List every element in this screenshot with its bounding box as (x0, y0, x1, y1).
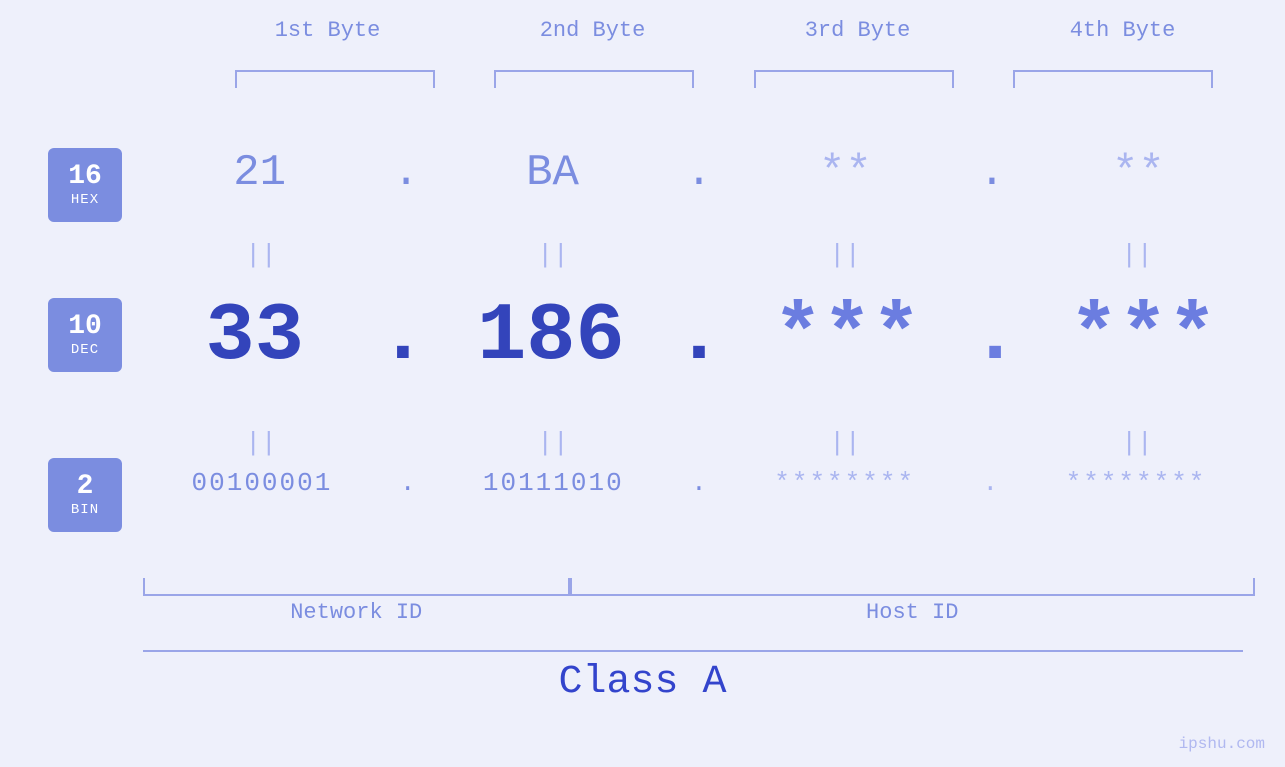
hex-val-3: ** (745, 148, 945, 198)
class-label: Class A (0, 660, 1285, 705)
byte-header-1: 1st Byte (218, 18, 438, 43)
hex-val-2: BA (453, 148, 653, 198)
class-divider (143, 650, 1243, 652)
dec-val-4: *** (1043, 290, 1243, 383)
bin-val-2: 10111010 (453, 468, 653, 498)
byte-header-4: 4th Byte (1013, 18, 1233, 43)
main-layout: 1st Byte 2nd Byte 3rd Byte 4th Byte 16 H… (0, 0, 1285, 767)
equals-d1: || (161, 428, 361, 458)
equals-2: || (453, 240, 653, 270)
equals-d4: || (1037, 428, 1237, 458)
label-host-id: Host ID (570, 600, 1255, 625)
badge-bin: 2 BIN (48, 458, 122, 532)
byte-header-3: 3rd Byte (748, 18, 968, 43)
dec-val-2: 186 (451, 290, 651, 383)
dec-dot-3: . (971, 290, 1020, 383)
badge-hex-number: 16 (68, 162, 102, 193)
badge-hex-label: HEX (71, 192, 99, 208)
equals-d2: || (453, 428, 653, 458)
badge-dec: 10 DEC (48, 298, 122, 372)
bracket-host (570, 578, 1255, 596)
hex-dot-1: . (393, 148, 419, 198)
badge-dec-number: 10 (68, 312, 102, 343)
badge-hex: 16 HEX (48, 148, 122, 222)
bracket-top-1 (235, 70, 435, 88)
bin-val-3: ******** (745, 468, 945, 498)
dec-val-1: 33 (155, 290, 355, 383)
label-network-id: Network ID (143, 600, 570, 625)
bracket-top-4 (1013, 70, 1213, 88)
equals-3: || (745, 240, 945, 270)
dec-val-3: *** (747, 290, 947, 383)
hex-val-4: ** (1038, 148, 1238, 198)
bin-val-1: 00100001 (162, 468, 362, 498)
bracket-top-2 (494, 70, 694, 88)
bin-dot-3: . (983, 468, 999, 498)
bin-val-4: ******** (1036, 468, 1236, 498)
badge-bin-label: BIN (71, 502, 99, 518)
dec-dot-2: . (674, 290, 723, 383)
equals-d3: || (745, 428, 945, 458)
byte-header-2: 2nd Byte (483, 18, 703, 43)
watermark: ipshu.com (1179, 735, 1265, 753)
bin-dot-2: . (691, 468, 707, 498)
hex-dot-2: . (686, 148, 712, 198)
hex-dot-3: . (979, 148, 1005, 198)
badge-dec-label: DEC (71, 342, 99, 358)
dec-dot-1: . (378, 290, 427, 383)
equals-1: || (161, 240, 361, 270)
bin-dot-1: . (400, 468, 416, 498)
equals-4: || (1037, 240, 1237, 270)
bracket-top-3 (754, 70, 954, 88)
hex-val-1: 21 (160, 148, 360, 198)
badge-bin-number: 2 (77, 472, 94, 503)
bracket-network (143, 578, 570, 596)
